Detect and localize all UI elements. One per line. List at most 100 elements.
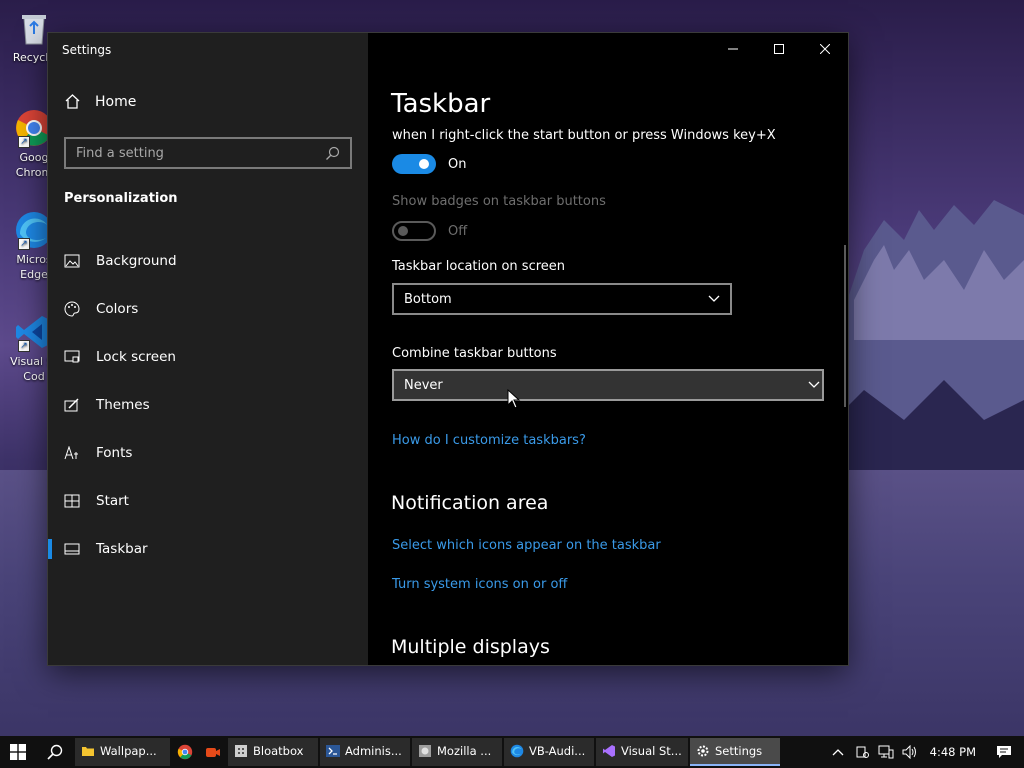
system-icons-link[interactable]: Turn system icons on or off <box>392 577 567 592</box>
tray-device-icon-button[interactable] <box>850 736 874 768</box>
windows-logo-icon <box>10 744 26 760</box>
notification-icon <box>997 746 1011 758</box>
home-icon <box>64 93 81 110</box>
taskbar-app-label: Adminis... <box>345 744 402 758</box>
network-icon <box>878 745 894 759</box>
badges-label: Show badges on taskbar buttons <box>392 194 606 209</box>
lock-screen-icon <box>64 349 80 365</box>
taskbar-app-label: VB-Audi... <box>529 744 586 758</box>
sidebar-item-label: Taskbar <box>96 541 148 557</box>
taskbar-app-label: Bloatbox <box>253 744 304 758</box>
combine-buttons-dropdown[interactable]: Never <box>392 369 824 401</box>
toggle-state-label: On <box>448 156 467 172</box>
taskbar-app-edge[interactable]: VB-Audi... <box>504 738 594 766</box>
sidebar-item-label: Start <box>96 493 129 509</box>
taskbar-clock[interactable]: 4:48 PM <box>922 745 984 759</box>
taskbar-search-button[interactable] <box>36 736 74 768</box>
taskbar-icon <box>64 541 80 557</box>
select-icons-link[interactable]: Select which icons appear on the taskbar <box>392 538 661 553</box>
multiple-displays-heading: Multiple displays <box>391 636 550 658</box>
search-icon <box>47 744 63 760</box>
desktop-mountains <box>824 200 1024 490</box>
sidebar-item-label: Lock screen <box>96 349 176 365</box>
taskbar-app-label: Wallpap... <box>100 744 157 758</box>
settings-content: Taskbar when I right-click the start but… <box>391 33 848 665</box>
gear-icon <box>697 745 709 757</box>
picture-icon <box>64 253 80 269</box>
device-icon <box>856 746 869 758</box>
home-label: Home <box>95 93 137 110</box>
start-button[interactable] <box>0 736 36 768</box>
taskbar-app-label: Visual St... <box>621 744 682 758</box>
sidebar-item-colors[interactable]: Colors <box>48 285 368 333</box>
edge-icon <box>510 744 524 758</box>
volume-icon <box>902 745 916 759</box>
badges-toggle-row: Off <box>392 221 467 241</box>
content-scrollbar[interactable] <box>844 245 846 407</box>
powershell-icon <box>326 745 340 757</box>
sidebar-item-taskbar[interactable]: Taskbar <box>48 525 368 573</box>
badges-toggle[interactable] <box>392 221 436 241</box>
palette-icon <box>64 301 80 317</box>
settings-sidebar: Settings Home Personalization Background… <box>48 33 368 665</box>
taskbar-location-dropdown[interactable]: Bottom <box>392 283 732 315</box>
chevron-down-icon <box>808 381 820 388</box>
chevron-up-icon <box>832 749 844 756</box>
home-nav-item[interactable]: Home <box>64 93 136 110</box>
section-title: Personalization <box>64 191 178 206</box>
folder-icon <box>82 747 94 756</box>
settings-window: Settings Home Personalization Background… <box>48 33 848 665</box>
taskbar-app-mozilla[interactable]: Mozilla ... <box>412 738 502 766</box>
sidebar-item-fonts[interactable]: Fonts <box>48 429 368 477</box>
network-button[interactable] <box>874 736 898 768</box>
taskbar: Wallpap... Bloatbox Adminis... Mozilla .… <box>0 736 1024 768</box>
toggle-state-label: Off <box>448 223 468 239</box>
powershell-option-description: when I right-click the start button or p… <box>392 128 776 143</box>
font-icon <box>64 445 80 461</box>
sidebar-nav: Background Colors Lock screen Themes Fon… <box>48 237 368 573</box>
customize-taskbars-link[interactable]: How do I customize taskbars? <box>392 433 586 448</box>
brush-icon <box>64 397 80 413</box>
chevron-down-icon <box>708 295 720 302</box>
action-center-button[interactable] <box>984 736 1024 768</box>
show-hidden-icons-button[interactable] <box>826 736 850 768</box>
powershell-toggle-row: On <box>392 154 466 174</box>
combine-buttons-label: Combine taskbar buttons <box>392 346 557 361</box>
search-input[interactable] <box>76 145 325 161</box>
search-icon[interactable] <box>325 146 340 161</box>
taskbar-app-label: Mozilla ... <box>437 744 492 758</box>
taskbar-location-label: Taskbar location on screen <box>392 259 566 274</box>
video-recorder-icon <box>206 748 220 757</box>
chrome-icon <box>177 744 193 760</box>
taskbar-app-label: Settings <box>715 744 763 758</box>
sidebar-item-label: Colors <box>96 301 139 317</box>
taskbar-app-settings[interactable]: Settings <box>690 738 780 766</box>
taskbar-app-explorer[interactable]: Wallpap... <box>75 738 170 766</box>
volume-button[interactable] <box>898 736 922 768</box>
system-tray: 4:48 PM <box>826 736 1024 768</box>
bloatbox-icon <box>235 745 247 757</box>
taskbar-pinned-recorder[interactable] <box>199 736 227 768</box>
sidebar-item-themes[interactable]: Themes <box>48 381 368 429</box>
sidebar-item-start[interactable]: Start <box>48 477 368 525</box>
visual-studio-icon <box>603 745 615 757</box>
sidebar-item-label: Background <box>96 253 177 269</box>
taskbar-app-visual-studio[interactable]: Visual St... <box>596 738 688 766</box>
dropdown-value: Never <box>404 377 443 393</box>
dropdown-value: Bottom <box>404 291 452 307</box>
sidebar-item-label: Themes <box>96 397 150 413</box>
sidebar-item-label: Fonts <box>96 445 133 461</box>
sidebar-item-background[interactable]: Background <box>48 237 368 285</box>
notification-area-heading: Notification area <box>391 492 549 514</box>
taskbar-app-bloatbox[interactable]: Bloatbox <box>228 738 318 766</box>
page-title: Taskbar <box>391 89 491 119</box>
taskbar-app-powershell[interactable]: Adminis... <box>320 738 410 766</box>
start-tiles-icon <box>64 493 80 509</box>
mozilla-icon <box>419 745 431 757</box>
search-box[interactable] <box>64 137 352 169</box>
sidebar-item-lock-screen[interactable]: Lock screen <box>48 333 368 381</box>
powershell-toggle[interactable] <box>392 154 436 174</box>
taskbar-pinned-chrome[interactable] <box>171 736 199 768</box>
mouse-cursor-icon <box>507 389 521 409</box>
window-title: Settings <box>62 43 112 57</box>
